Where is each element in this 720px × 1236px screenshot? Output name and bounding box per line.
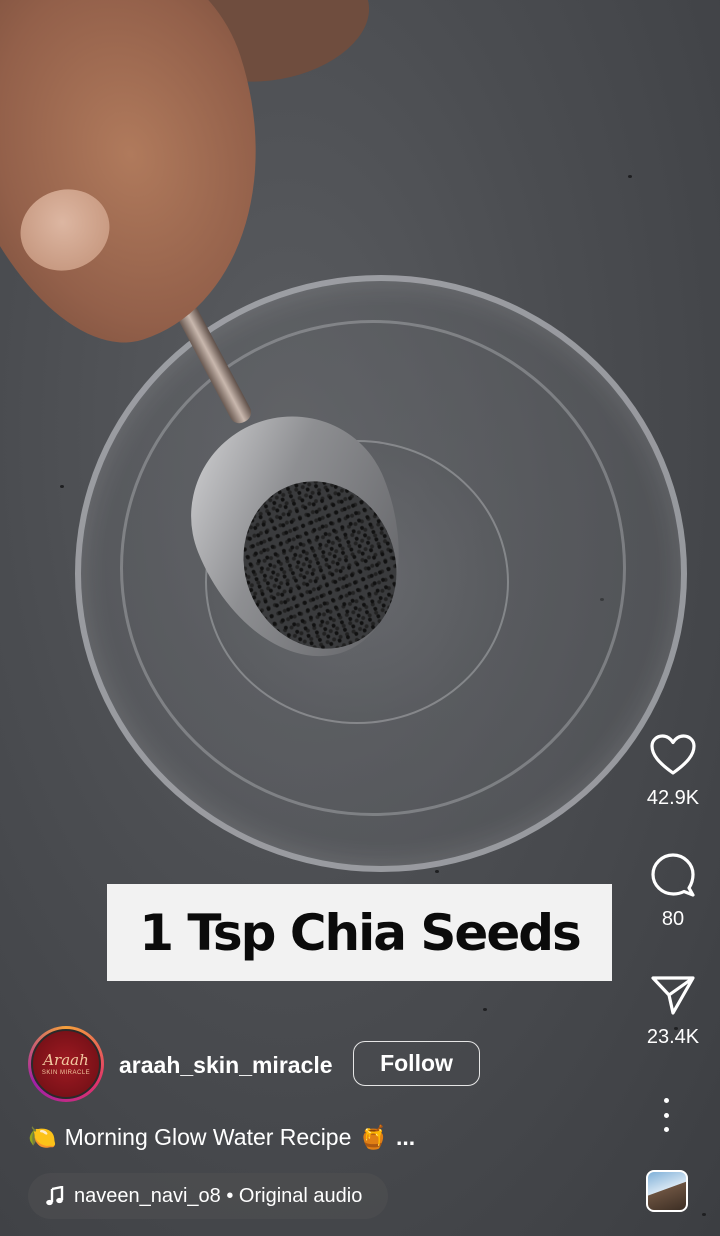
caption-more[interactable]: ... — [396, 1124, 415, 1151]
comment-count: 80 — [661, 908, 685, 930]
like-action[interactable]: 42.9K — [626, 733, 720, 810]
share-action[interactable]: 23.4K — [626, 974, 720, 1049]
comment-action[interactable]: 80 — [626, 852, 720, 931]
like-count: 42.9K — [646, 787, 700, 809]
audio-pill[interactable]: naveen_navi_o8 • Original audio — [28, 1173, 389, 1219]
username[interactable]: araah_skin_miracle — [119, 1052, 333, 1079]
caption-text: Morning Glow Water Recipe — [64, 1124, 352, 1150]
comment-icon[interactable] — [649, 852, 697, 898]
music-note-icon — [46, 1186, 64, 1206]
post-caption[interactable]: 🍋 Morning Glow Water Recipe 🍯 ... — [28, 1124, 415, 1151]
lemon-emoji: 🍋 — [28, 1124, 57, 1150]
heart-icon[interactable] — [649, 733, 697, 777]
share-count: 23.4K — [646, 1026, 700, 1048]
audio-thumbnail[interactable] — [646, 1170, 688, 1212]
audio-label: naveen_navi_o8 • Original audio — [74, 1184, 363, 1207]
follow-button[interactable]: Follow — [353, 1041, 480, 1086]
share-icon[interactable] — [650, 974, 696, 1016]
honey-emoji: 🍯 — [359, 1124, 389, 1150]
video-text-overlay: 1 Tsp Chia Seeds — [107, 884, 612, 981]
avatar[interactable]: Araah SKIN MIRACLE — [28, 1026, 104, 1102]
avatar-logo: Araah — [43, 1050, 89, 1069]
more-icon[interactable] — [656, 1098, 676, 1132]
